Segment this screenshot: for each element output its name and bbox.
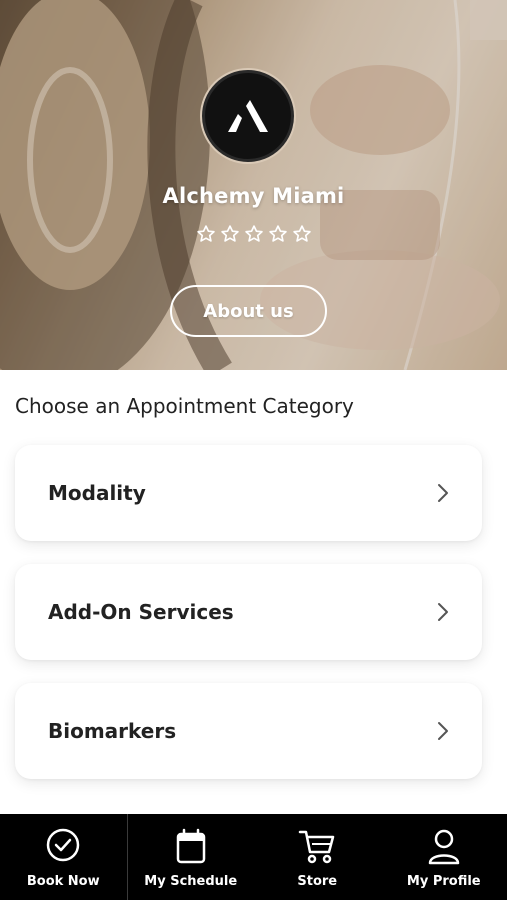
category-label: Biomarkers: [48, 719, 177, 743]
nav-book-now[interactable]: Book Now: [0, 814, 128, 900]
star-icon: [220, 225, 239, 242]
user-icon: [428, 829, 459, 865]
calendar-icon: [176, 828, 205, 864]
section-title: Choose an Appointment Category: [15, 394, 354, 418]
hero-banner: Alchemy Miami About us: [0, 0, 507, 370]
category-label: Add-On Services: [48, 600, 234, 624]
rating-stars: [0, 224, 507, 244]
category-label: Modality: [48, 481, 146, 505]
nav-my-profile[interactable]: My Profile: [381, 814, 507, 900]
cart-icon: [299, 830, 335, 864]
category-card-biomarkers[interactable]: Biomarkers: [15, 683, 482, 779]
studio-name: Alchemy Miami: [162, 184, 345, 208]
studio-logo: [202, 70, 294, 162]
nav-my-schedule[interactable]: My Schedule: [128, 814, 255, 900]
nav-label: My Profile: [406, 874, 481, 889]
bottom-navigation: Book Now My Schedule Store My Profile: [0, 814, 507, 900]
chevron-right-icon: [438, 603, 448, 621]
check-circle-icon: [47, 828, 80, 862]
category-card-add-on-services[interactable]: Add-On Services: [15, 564, 482, 660]
about-us-button[interactable]: About us: [170, 285, 327, 337]
chevron-right-icon: [438, 722, 448, 740]
category-card-modality[interactable]: Modality: [15, 445, 482, 541]
star-icon: [292, 225, 311, 242]
nav-label: Store: [297, 874, 338, 889]
nav-label: My Schedule: [144, 874, 238, 889]
star-icon: [244, 225, 263, 242]
nav-label: Book Now: [26, 874, 100, 889]
chevron-right-icon: [438, 484, 448, 502]
nav-store[interactable]: Store: [254, 814, 381, 900]
alchemy-logo-icon: [228, 100, 268, 132]
star-icon: [268, 225, 287, 242]
star-icon: [196, 225, 215, 242]
